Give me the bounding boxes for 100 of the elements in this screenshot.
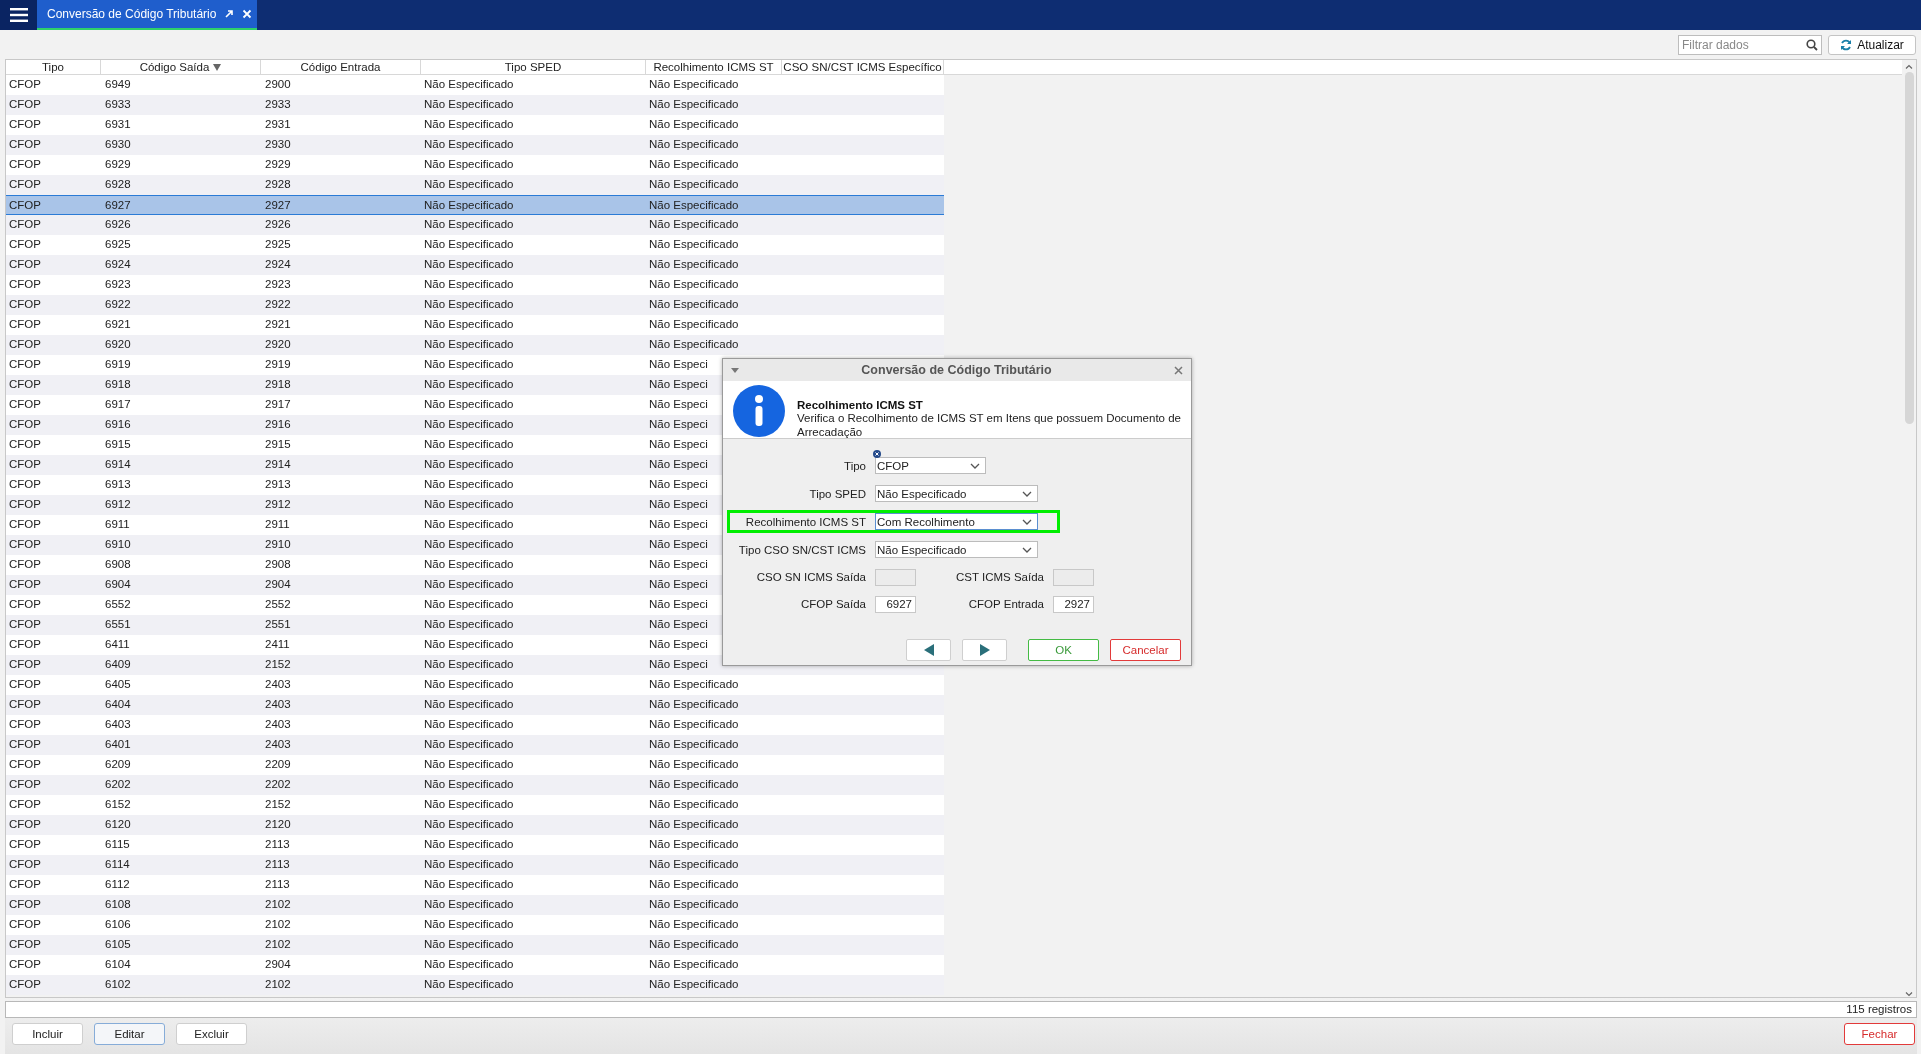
scrollbar-thumb[interactable] [1904, 72, 1914, 424]
chevron-up-icon[interactable] [1905, 64, 1913, 69]
filter-field[interactable]: Filtrar dados [1678, 34, 1822, 55]
table-row[interactable]: CFOP 6405 2403 Não Especificado Não Especificado [6, 675, 944, 695]
table-row[interactable]: CFOP 6104 2904 Não Especificado Não Especificado [6, 955, 944, 975]
table-row[interactable]: CFOP 6106 2102 Não Especificado Não Especificado [6, 915, 944, 935]
table-cell-text: CFOP [8, 717, 41, 732]
table-cell-text: Não Especificado [423, 377, 514, 392]
table-cell-text: Não Especificado [423, 657, 514, 672]
column-header[interactable]: Tipo SPED [421, 60, 646, 74]
table-cell-text: 6403 [104, 717, 131, 732]
input-field[interactable]: 6927 [875, 595, 916, 613]
table-cell-text: CFOP [8, 317, 41, 332]
column-header[interactable]: Recolhimento ICMS ST [646, 60, 782, 74]
table-cell-text: Não Especificado [648, 737, 739, 752]
table-cell-text: 6925 [104, 237, 131, 252]
table-cell-text: Não Especificado [423, 897, 514, 912]
cancel-button[interactable]: Cancelar [1110, 639, 1181, 661]
column-header[interactable]: Código Entrada [261, 60, 421, 74]
table-cell-text: Não Especificado [423, 977, 514, 992]
table-cell-text: 6910 [104, 537, 131, 552]
table-cell-text: CFOP [8, 497, 41, 512]
table-cell-text: Não Especificado [423, 337, 514, 352]
table-cell-text: 6920 [104, 337, 131, 352]
edit-button[interactable]: Editar [94, 1023, 165, 1045]
table-cell-text: CFOP [8, 577, 41, 592]
table-cell-text: Não Especificado [648, 677, 739, 692]
table-cell-text: Não Especificado [423, 737, 514, 752]
collapse-triangle-icon[interactable] [731, 367, 739, 373]
select-field[interactable]: CFOP [875, 457, 986, 474]
table-row[interactable]: CFOP 6931 2931 Não Especificado Não Especificado [6, 115, 944, 135]
select-field[interactable]: Com Recolhimento [875, 513, 1038, 530]
table-cell-text: 2925 [264, 237, 291, 252]
triangle-right-icon [979, 644, 990, 656]
table-cell-text: 6202 [104, 777, 131, 792]
table-cell-text: Não Especi [648, 557, 708, 572]
table-row[interactable]: CFOP 6929 2929 Não Especificado Não Especificado [6, 155, 944, 175]
table-row[interactable]: CFOP 6927 2927 Não Especificado Não Especificado [6, 195, 944, 215]
table-row[interactable]: CFOP 6209 2209 Não Especificado Não Especificado [6, 755, 944, 775]
table-cell-text: 2931 [264, 117, 291, 132]
table-cell-text: 6404 [104, 697, 131, 712]
table-cell-text: Não Especificado [423, 217, 514, 232]
table-row[interactable]: CFOP 6949 2900 Não Especificado Não Especificado [6, 75, 944, 95]
table-cell-text: CFOP [8, 897, 41, 912]
table-cell-text: 2923 [264, 277, 291, 292]
table-cell-text: 2924 [264, 257, 291, 272]
table-cell-text: 2102 [264, 977, 291, 992]
table-cell-text: 2911 [264, 517, 290, 532]
table-cell-text: 2922 [264, 297, 291, 312]
table-cell-text: 6106 [104, 917, 131, 932]
chevron-down-icon[interactable] [1905, 992, 1913, 997]
table-cell-text: CFOP [8, 157, 41, 172]
table-cell-text: CFOP [8, 597, 41, 612]
table-cell-text: 6928 [104, 177, 131, 192]
table-cell-text: 6927 [104, 198, 131, 213]
table-cell-text: CFOP [8, 237, 41, 252]
next-button[interactable] [962, 639, 1007, 661]
tab-title: Conversão de Código Tributário [47, 7, 217, 21]
table-cell-text: Não Especificado [423, 517, 514, 532]
table-row[interactable]: CFOP 6112 2113 Não Especificado Não Especificado [6, 875, 944, 895]
refresh-button[interactable]: Atualizar [1828, 34, 1916, 55]
select-field[interactable]: Não Especificado [875, 485, 1038, 502]
table-cell-text: Não Especi [648, 417, 708, 432]
table-cell-text: Não Especificado [648, 237, 739, 252]
ok-button[interactable]: OK [1028, 639, 1099, 661]
table-row[interactable]: CFOP 6115 2113 Não Especificado Não Especificado [6, 835, 944, 855]
table-cell-text: Não Especi [648, 597, 708, 612]
table-cell-text: Não Especificado [648, 198, 739, 213]
table-row[interactable]: CFOP 6152 2152 Não Especificado Não Especificado [6, 795, 944, 815]
table-cell-text: Não Especi [648, 397, 708, 412]
select-field[interactable]: Não Especificado [875, 541, 1038, 558]
table-row[interactable]: CFOP 6921 2921 Não Especificado Não Especificado [6, 315, 944, 335]
column-header[interactable]: CSO SN/CST ICMS Específico [782, 60, 944, 74]
table-cell-text: 2202 [264, 777, 291, 792]
search-icon [1806, 38, 1818, 51]
table-row[interactable]: CFOP 6923 2923 Não Especificado Não Especificado [6, 275, 944, 295]
table-cell-text: 6551 [104, 617, 131, 632]
table-cell-text: CFOP [8, 677, 41, 692]
table-cell-text: CFOP [8, 277, 41, 292]
table-cell-text: CFOP [8, 917, 41, 932]
input-field[interactable]: 2927 [1053, 595, 1094, 613]
close-button[interactable]: Fechar [1844, 1023, 1915, 1045]
pin-arrow-icon[interactable] [224, 9, 235, 19]
table-cell-text: CFOP [8, 877, 41, 892]
delete-button[interactable]: Excluir [176, 1023, 247, 1045]
column-header[interactable]: Código Saída [101, 60, 261, 74]
table-cell-text: Não Especificado [423, 717, 514, 732]
table-cell-text: 2102 [264, 937, 291, 952]
menu-icon[interactable] [0, 0, 37, 30]
table-cell-text: 2113 [264, 837, 290, 852]
close-icon[interactable] [1174, 365, 1183, 375]
table-row[interactable]: CFOP 6403 2403 Não Especificado Não Especificado [6, 715, 944, 735]
table-cell-text: 2403 [264, 717, 291, 732]
tab[interactable]: Conversão de Código Tributário [37, 0, 257, 30]
table-cell-text: CFOP [8, 837, 41, 852]
table-row[interactable]: CFOP 6925 2925 Não Especificado Não Especificado [6, 235, 944, 255]
column-header[interactable]: Tipo [6, 60, 101, 74]
table-cell-text: 6930 [104, 137, 131, 152]
add-button[interactable]: Incluir [12, 1023, 83, 1045]
previous-button[interactable] [906, 639, 951, 661]
